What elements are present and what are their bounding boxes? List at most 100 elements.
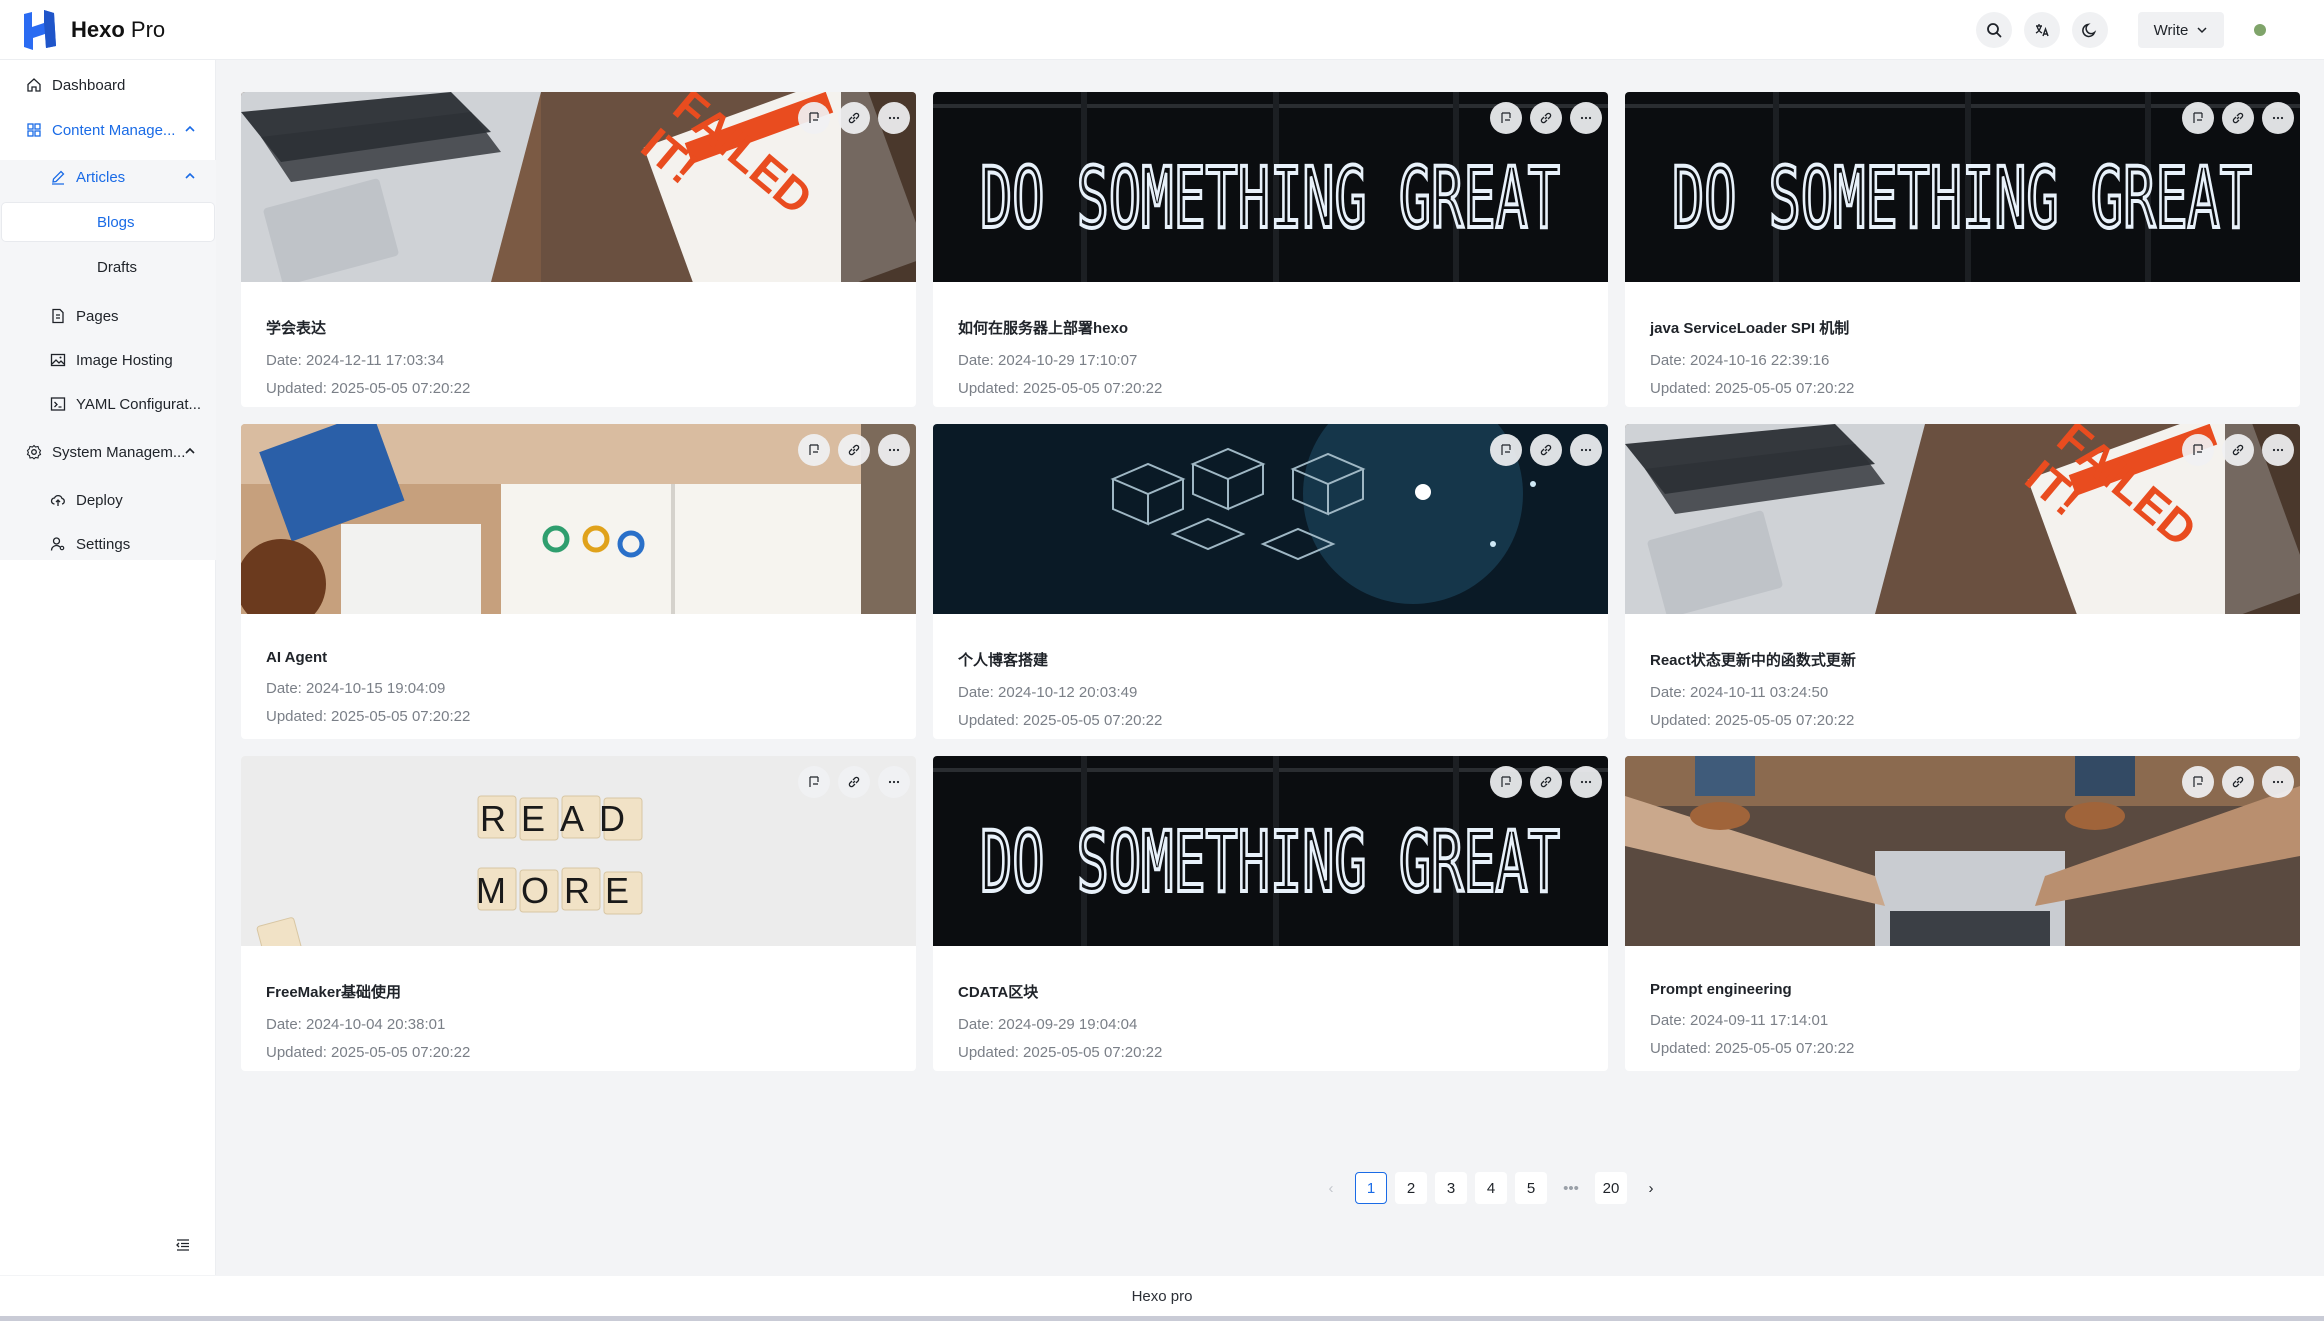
copy-link-button[interactable] [1530, 766, 1562, 798]
brand-name: Hexo [71, 16, 125, 42]
chevron-up-icon[interactable] [184, 445, 196, 457]
terminal-icon [50, 396, 66, 412]
pin-button[interactable] [2182, 434, 2214, 466]
sidebar-item-system-management[interactable]: System Managem... [0, 432, 216, 472]
home-icon [26, 77, 42, 93]
copy-link-button[interactable] [838, 434, 870, 466]
avatar[interactable] [2254, 24, 2266, 36]
sidebar-item-image-hosting[interactable]: Image Hosting [0, 340, 216, 380]
pin-button[interactable] [798, 102, 830, 134]
sidebar-item-drafts[interactable]: Drafts [0, 247, 216, 287]
article-updated: Updated: 2025-05-05 07:20:22 [266, 380, 471, 397]
article-title[interactable]: AI Agent [266, 649, 470, 666]
more-options-button[interactable] [1570, 102, 1602, 134]
pin-button[interactable] [2182, 102, 2214, 134]
article-title[interactable]: 个人博客搭建 [958, 649, 1162, 670]
chevron-up-icon[interactable] [184, 123, 196, 135]
article-title[interactable]: FreeMaker基础使用 [266, 981, 470, 1002]
ellipsis-icon [1580, 116, 1592, 120]
article-title[interactable]: React状态更新中的函数式更新 [1650, 649, 1856, 670]
collapse-sidebar-icon[interactable] [175, 1237, 191, 1253]
sidebar-item-label: YAML Configurat... [76, 395, 202, 413]
more-options-button[interactable] [2262, 434, 2294, 466]
chevron-up-icon[interactable] [184, 170, 196, 182]
pin-button[interactable] [1490, 102, 1522, 134]
pin-button[interactable] [1490, 766, 1522, 798]
article-title[interactable]: 学会表达 [266, 317, 470, 338]
copy-link-button[interactable] [2222, 434, 2254, 466]
image-icon [50, 352, 66, 368]
article-title[interactable]: CDATA区块 [958, 981, 1162, 1002]
ellipsis-icon [1580, 448, 1592, 452]
article-title[interactable]: Prompt engineering [1650, 981, 1854, 998]
copy-link-button[interactable] [2222, 766, 2254, 798]
ellipsis-icon [888, 780, 900, 784]
sidebar-item-yaml-configuration[interactable]: YAML Configurat... [0, 384, 216, 424]
link-icon [1540, 444, 1552, 456]
article-card[interactable]: DO SOMETHING GREAT 如何在服务器上部署hexo Date: 2… [933, 92, 1608, 407]
sidebar-item-content-management[interactable]: Content Manage... [0, 110, 216, 150]
brand[interactable]: Hexo Pro [22, 9, 166, 50]
main-content: FAILED IT! 学会表达 Date: 2024-12-11 17:03:3… [217, 60, 2324, 1275]
sidebar-item-label: Articles [76, 168, 126, 186]
pin-button[interactable] [798, 434, 830, 466]
pin-icon [2193, 112, 2203, 123]
prev-page-button[interactable]: ‹ [1315, 1172, 1347, 1204]
article-title[interactable]: java ServiceLoader SPI 机制 [1650, 317, 1854, 338]
sidebar-item-deploy[interactable]: Deploy [0, 480, 216, 520]
article-card[interactable]: AI Agent Date: 2024-10-15 19:04:09 Updat… [241, 424, 916, 739]
ellipsis-icon [2272, 780, 2284, 784]
page-button[interactable]: 4 [1475, 1172, 1507, 1204]
pin-button[interactable] [1490, 434, 1522, 466]
brand-suffix: Pro [130, 16, 166, 42]
article-card[interactable]: DO SOMETHING GREAT java ServiceLoader SP… [1625, 92, 2300, 407]
more-options-button[interactable] [878, 434, 910, 466]
copy-link-button[interactable] [1530, 434, 1562, 466]
article-card[interactable]: FAILED IT! 学会表达 Date: 2024-12-11 17:03:3… [241, 92, 916, 407]
sidebar-item-settings[interactable]: Settings [0, 524, 216, 564]
more-options-button[interactable] [878, 102, 910, 134]
page-button[interactable]: 3 [1435, 1172, 1467, 1204]
search-icon [1987, 23, 2002, 38]
link-icon [1540, 776, 1552, 788]
article-card[interactable]: Prompt engineering Date: 2024-09-11 17:1… [1625, 756, 2300, 1071]
article-card[interactable]: FAILED IT! React状态更新中的函数式更新 Date: 2024-1… [1625, 424, 2300, 739]
pin-icon [809, 112, 819, 123]
copy-link-button[interactable] [838, 102, 870, 134]
pin-button[interactable] [798, 766, 830, 798]
more-options-button[interactable] [1570, 434, 1602, 466]
page-button[interactable]: 20 [1595, 1172, 1627, 1204]
sidebar-item-blogs[interactable]: Blogs [0, 202, 216, 242]
language-button[interactable] [2024, 12, 2060, 48]
edit-icon [50, 169, 66, 185]
search-button[interactable] [1976, 12, 2012, 48]
more-options-button[interactable] [1570, 766, 1602, 798]
sidebar-item-pages[interactable]: Pages [0, 296, 216, 336]
page-button[interactable]: 1 [1355, 1172, 1387, 1204]
article-title[interactable]: 如何在服务器上部署hexo [958, 317, 1162, 338]
ellipsis-icon [888, 116, 900, 120]
page-ellipsis[interactable]: ••• [1555, 1172, 1587, 1204]
copy-link-button[interactable] [1530, 102, 1562, 134]
neon-sign-text: DO SOMETHING GREAT [980, 149, 1560, 247]
sidebar-item-dashboard[interactable]: Dashboard [0, 65, 216, 105]
copy-link-button[interactable] [2222, 102, 2254, 134]
article-date: Date: 2024-10-12 20:03:49 [958, 684, 1138, 701]
more-options-button[interactable] [2262, 102, 2294, 134]
copy-link-button[interactable] [838, 766, 870, 798]
user-settings-icon [50, 536, 66, 552]
article-card[interactable]: 个人博客搭建 Date: 2024-10-12 20:03:49 Updated… [933, 424, 1608, 739]
next-page-button[interactable]: › [1635, 1172, 1667, 1204]
theme-toggle-button[interactable] [2072, 12, 2108, 48]
pin-button[interactable] [2182, 766, 2214, 798]
write-dropdown-button[interactable]: Write [2138, 12, 2224, 48]
more-options-button[interactable] [2262, 766, 2294, 798]
article-card[interactable]: DO SOMETHING GREAT CDATA区块 Date: 2024-09… [933, 756, 1608, 1071]
page-button[interactable]: 2 [1395, 1172, 1427, 1204]
article-card[interactable]: READ MORE FreeMaker基础使用 Date: 2024-10-04… [241, 756, 916, 1071]
link-icon [2232, 112, 2244, 124]
sidebar-item-articles[interactable]: Articles [0, 157, 216, 197]
page-button[interactable]: 5 [1515, 1172, 1547, 1204]
more-options-button[interactable] [878, 766, 910, 798]
ellipsis-icon [888, 448, 900, 452]
